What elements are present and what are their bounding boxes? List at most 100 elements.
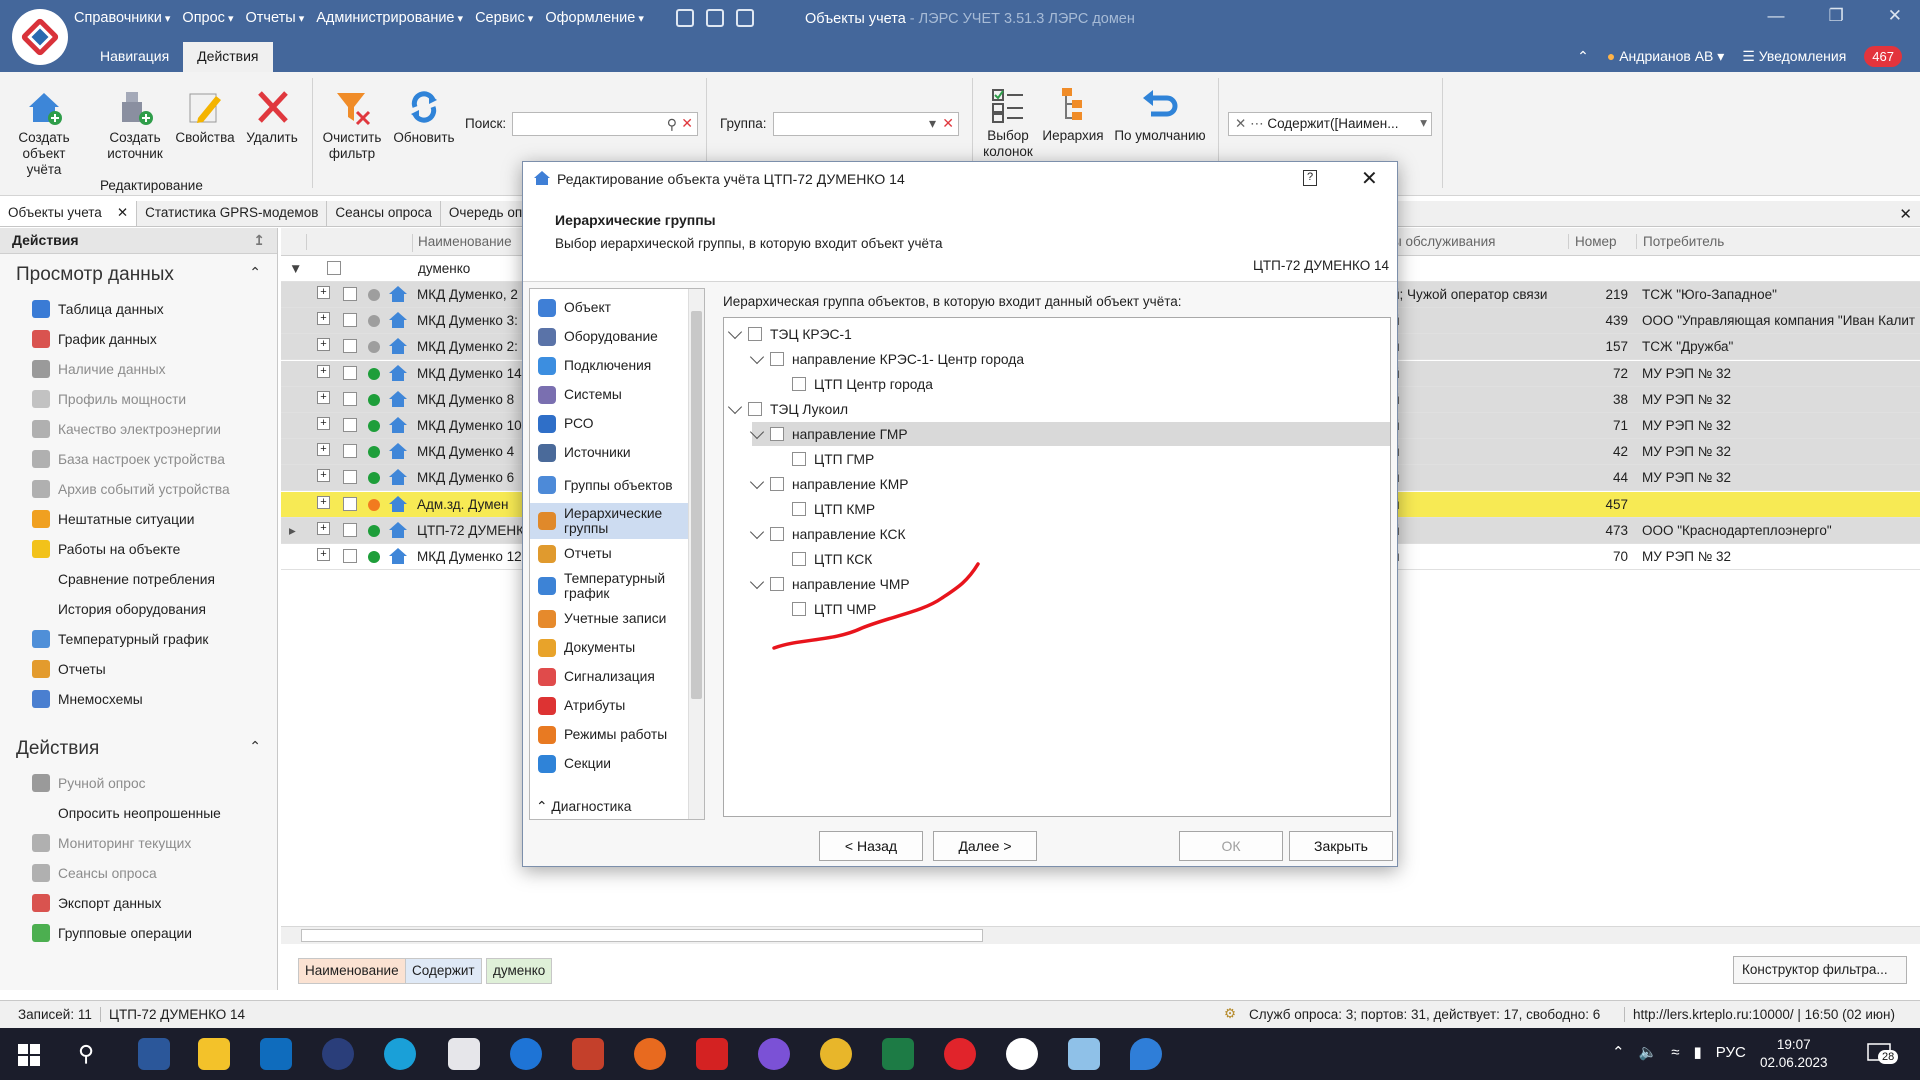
firefox-icon[interactable] <box>634 1038 666 1070</box>
search-icon[interactable]: ⚲ <box>78 1041 94 1067</box>
nav-item[interactable]: Отчеты <box>530 539 704 568</box>
notifications-badge[interactable]: 467 <box>1864 46 1902 67</box>
menu-administration[interactable]: Администрирование <box>316 10 463 26</box>
app-globe-icon[interactable] <box>322 1038 354 1070</box>
action-item[interactable]: Сеансы опроса <box>0 858 277 888</box>
expand-icon[interactable]: + <box>317 390 330 404</box>
action-item[interactable]: Опросить неопрошенные <box>0 798 277 828</box>
acrobat-icon[interactable] <box>696 1038 728 1070</box>
filter-icon[interactable]: ▼ <box>289 261 302 276</box>
action-item[interactable]: Групповые операции <box>0 918 277 948</box>
name-filter[interactable]: думенко <box>418 261 470 276</box>
nav-item[interactable]: Иерархические группы <box>530 503 704 539</box>
properties-button[interactable]: Свойства <box>172 88 238 146</box>
tree-node[interactable]: ЦТП КМР <box>774 497 875 521</box>
explorer-icon[interactable] <box>198 1038 230 1070</box>
hierarchy-button[interactable]: Иерархия <box>1040 86 1106 144</box>
expand-icon[interactable]: + <box>317 548 330 561</box>
clear-search-icon[interactable]: ✕ <box>681 115 693 132</box>
row-checkbox[interactable] <box>343 313 357 328</box>
chevron-down-icon[interactable]: ▾ <box>1420 115 1427 131</box>
col-consumer[interactable]: Потребитель <box>1636 234 1724 249</box>
row-checkbox[interactable] <box>343 418 357 432</box>
action-item[interactable]: Мониторинг текущих <box>0 828 277 858</box>
user-menu[interactable]: ● Андрианов АВ ▾ <box>1607 48 1724 65</box>
nav-scroll-thumb[interactable] <box>691 311 702 699</box>
ellipsis-icon[interactable]: ⋯ <box>1250 116 1264 131</box>
battery-icon[interactable]: ▮ <box>1694 1043 1702 1061</box>
scroll-thumb[interactable] <box>301 929 983 942</box>
nav-item[interactable]: Системы <box>530 380 704 409</box>
view-item[interactable]: Качество электроэнергии <box>0 414 277 444</box>
tab-gprs-stats[interactable]: Статистика GPRS-модемов <box>137 201 328 226</box>
section-view-data[interactable]: Просмотр данных ⌃ <box>0 254 277 294</box>
yandex-icon[interactable] <box>1006 1038 1038 1070</box>
choose-columns-button[interactable]: Выбор колонок <box>978 86 1038 160</box>
tab-objects[interactable]: Объекты учета ✕ <box>0 201 138 226</box>
view-item[interactable]: Нештатные ситуации <box>0 504 277 534</box>
tab-poll-sessions[interactable]: Сеансы опроса <box>327 201 441 226</box>
chevron-down-icon[interactable] <box>749 474 765 489</box>
menu-service[interactable]: Сервис <box>475 10 533 26</box>
nav-item[interactable]: РСО <box>530 409 704 438</box>
powerpoint-icon[interactable] <box>572 1038 604 1070</box>
create-source-button[interactable]: Создать источник <box>98 88 172 162</box>
row-checkbox[interactable] <box>343 549 357 563</box>
tree-checkbox[interactable] <box>748 402 762 416</box>
lers-icon[interactable] <box>448 1038 480 1070</box>
filter-chip[interactable]: Содержит <box>405 958 482 984</box>
filter-expression[interactable]: ✕ ⋯ Содержит([Наимен... ▾ <box>1228 112 1432 136</box>
tree-checkbox[interactable] <box>792 377 806 391</box>
clear-filter-icon[interactable]: ✕ <box>1235 116 1246 131</box>
tree-node[interactable]: ТЭЦ Лукоил <box>727 397 848 421</box>
back-button[interactable]: < Назад <box>819 831 923 861</box>
minimize-icon[interactable]: — <box>1768 6 1785 26</box>
search-icon[interactable]: ⚲ <box>667 116 677 133</box>
outlook-icon[interactable] <box>260 1038 292 1070</box>
expand-icon[interactable]: + <box>317 338 330 352</box>
view-item[interactable]: Мнемосхемы <box>0 684 277 714</box>
tree-node[interactable]: направление ГМР <box>749 422 1390 446</box>
close-icon[interactable]: ✕ <box>1361 166 1378 191</box>
view-item[interactable]: История оборудования <box>0 594 277 624</box>
row-checkbox[interactable] <box>343 339 357 354</box>
menu-reports[interactable]: Отчеты <box>246 10 305 26</box>
filter-chip[interactable]: Наименование <box>298 958 406 984</box>
close-all-icon[interactable]: ✕ <box>1899 205 1912 223</box>
view-item[interactable]: Сравнение потребления <box>0 564 277 594</box>
tree-checkbox[interactable] <box>770 352 784 366</box>
close-document-icon[interactable] <box>676 9 694 27</box>
tree-node[interactable]: направление КМР <box>749 472 908 496</box>
tab-poll-queue[interactable]: Очередь оп <box>441 201 532 226</box>
ok-button[interactable]: ОК <box>1179 831 1283 861</box>
view-item[interactable]: Отчеты <box>0 654 277 684</box>
chevron-down-icon[interactable] <box>749 524 765 539</box>
row-checkbox[interactable] <box>343 522 357 537</box>
close-button[interactable]: Закрыть <box>1289 831 1393 861</box>
nav-item[interactable]: Объект <box>530 293 704 322</box>
nav-item[interactable]: Секции <box>530 749 704 778</box>
view-item[interactable]: Профиль мощности <box>0 384 277 414</box>
tree-node[interactable]: ЦТП ГМР <box>774 447 874 471</box>
notes-icon[interactable] <box>1068 1038 1100 1070</box>
tree-node[interactable]: направление КРЭС-1- Центр города <box>749 347 1024 371</box>
view-item[interactable]: График данных <box>0 324 277 354</box>
help-icon[interactable]: ? <box>1303 170 1317 186</box>
chevron-down-icon[interactable] <box>727 399 743 414</box>
expand-icon[interactable]: + <box>317 469 330 483</box>
tree-node[interactable]: ЦТП Центр города <box>774 372 933 396</box>
row-checkbox[interactable] <box>343 496 357 511</box>
row-checkbox[interactable] <box>343 391 357 406</box>
chevron-down-icon[interactable] <box>727 324 743 339</box>
expand-icon[interactable]: + <box>317 495 330 509</box>
chevron-down-icon[interactable] <box>749 424 765 439</box>
app-drop-icon[interactable] <box>1130 1038 1162 1070</box>
tree-checkbox[interactable] <box>792 452 806 466</box>
tree-checkbox[interactable] <box>770 427 784 441</box>
close-tab-icon[interactable]: ✕ <box>117 205 128 220</box>
tree-node[interactable]: направление КСК <box>749 522 906 546</box>
menu-appearance[interactable]: Оформление <box>545 10 644 26</box>
nav-item[interactable]: Учетные записи <box>530 604 704 633</box>
nav-item[interactable]: Группы объектов <box>530 467 704 503</box>
row-checkbox[interactable] <box>343 365 357 380</box>
